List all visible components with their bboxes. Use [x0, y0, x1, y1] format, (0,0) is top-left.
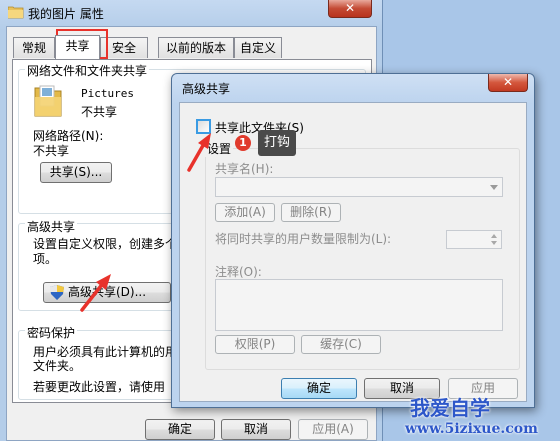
uac-shield-icon — [50, 285, 64, 300]
watermark-title: 我爱自学 — [410, 396, 490, 420]
tab-customize[interactable]: 自定义 — [234, 37, 282, 58]
network-sharing-title: 网络文件和文件夹共享 — [25, 62, 150, 79]
share-button[interactable]: 共享(S)... — [40, 162, 112, 183]
properties-titlebar[interactable]: 我的图片 属性 ✕ — [0, 0, 382, 26]
share-name-dropdown[interactable] — [215, 177, 503, 197]
properties-apply-button[interactable]: 应用(A) — [298, 419, 368, 440]
comment-textarea[interactable] — [215, 279, 503, 331]
network-path-value: 不共享 — [33, 144, 70, 158]
network-sharing-center-link[interactable]: 若要更改此设置，请使用 — [33, 378, 165, 395]
remove-share-name-button[interactable]: 删除(R) — [281, 203, 341, 222]
instruction-tooltip: 打钩 — [258, 130, 297, 156]
properties-ok-button[interactable]: 确定 — [145, 419, 215, 440]
folder-icon — [8, 6, 24, 19]
tab-previous-versions[interactable]: 以前的版本 — [158, 37, 234, 58]
share-name-label: 共享名(H): — [215, 162, 274, 176]
caching-button[interactable]: 缓存(C) — [301, 335, 381, 354]
user-limit-label: 将同时共享的用户数量限制为(L): — [215, 232, 392, 246]
folder-name: Pictures — [81, 87, 134, 100]
pictures-folder-icon — [34, 85, 62, 117]
watermark-url: www.5izixue.com — [405, 421, 538, 437]
chevron-down-icon — [490, 185, 498, 190]
red-arrow-to-checkbox — [187, 133, 211, 172]
step-number-badge: 1 — [235, 135, 251, 151]
tab-general[interactable]: 常规 — [13, 37, 55, 58]
advanced-sharing-dialog: 高级共享 ✕ 共享此文件夹(S) 设置 共享名(H): 添加(A) 删除(R) … — [171, 73, 535, 408]
password-protection-line-2: 文件夹。 — [33, 359, 82, 373]
advanced-sharing-dialog-title: 高级共享 — [182, 82, 231, 96]
tab-sharing[interactable]: 共享 — [55, 35, 100, 59]
advanced-sharing-description-2: 项。 — [33, 252, 58, 266]
advanced-ok-button[interactable]: 确定 — [281, 378, 357, 399]
comment-label: 注释(O): — [215, 265, 262, 279]
permissions-button[interactable]: 权限(P) — [215, 335, 295, 354]
spinner-arrows-icon — [491, 234, 497, 245]
add-share-name-button[interactable]: 添加(A) — [215, 203, 275, 222]
properties-close-button[interactable]: ✕ — [328, 0, 372, 18]
advanced-dialog-close-button[interactable]: ✕ — [488, 74, 528, 92]
properties-cancel-button[interactable]: 取消 — [221, 419, 291, 440]
properties-title: 我的图片 属性 — [28, 7, 104, 21]
user-limit-spinner[interactable] — [446, 230, 502, 249]
password-protection-title: 密码保护 — [25, 324, 78, 341]
folder-share-status: 不共享 — [81, 105, 118, 119]
red-arrow-to-advanced-button — [80, 274, 111, 312]
advanced-dialog-client-area: 共享此文件夹(S) 设置 共享名(H): 添加(A) 删除(R) 将同时共享的用… — [179, 102, 527, 402]
advanced-sharing-title: 高级共享 — [25, 218, 78, 235]
